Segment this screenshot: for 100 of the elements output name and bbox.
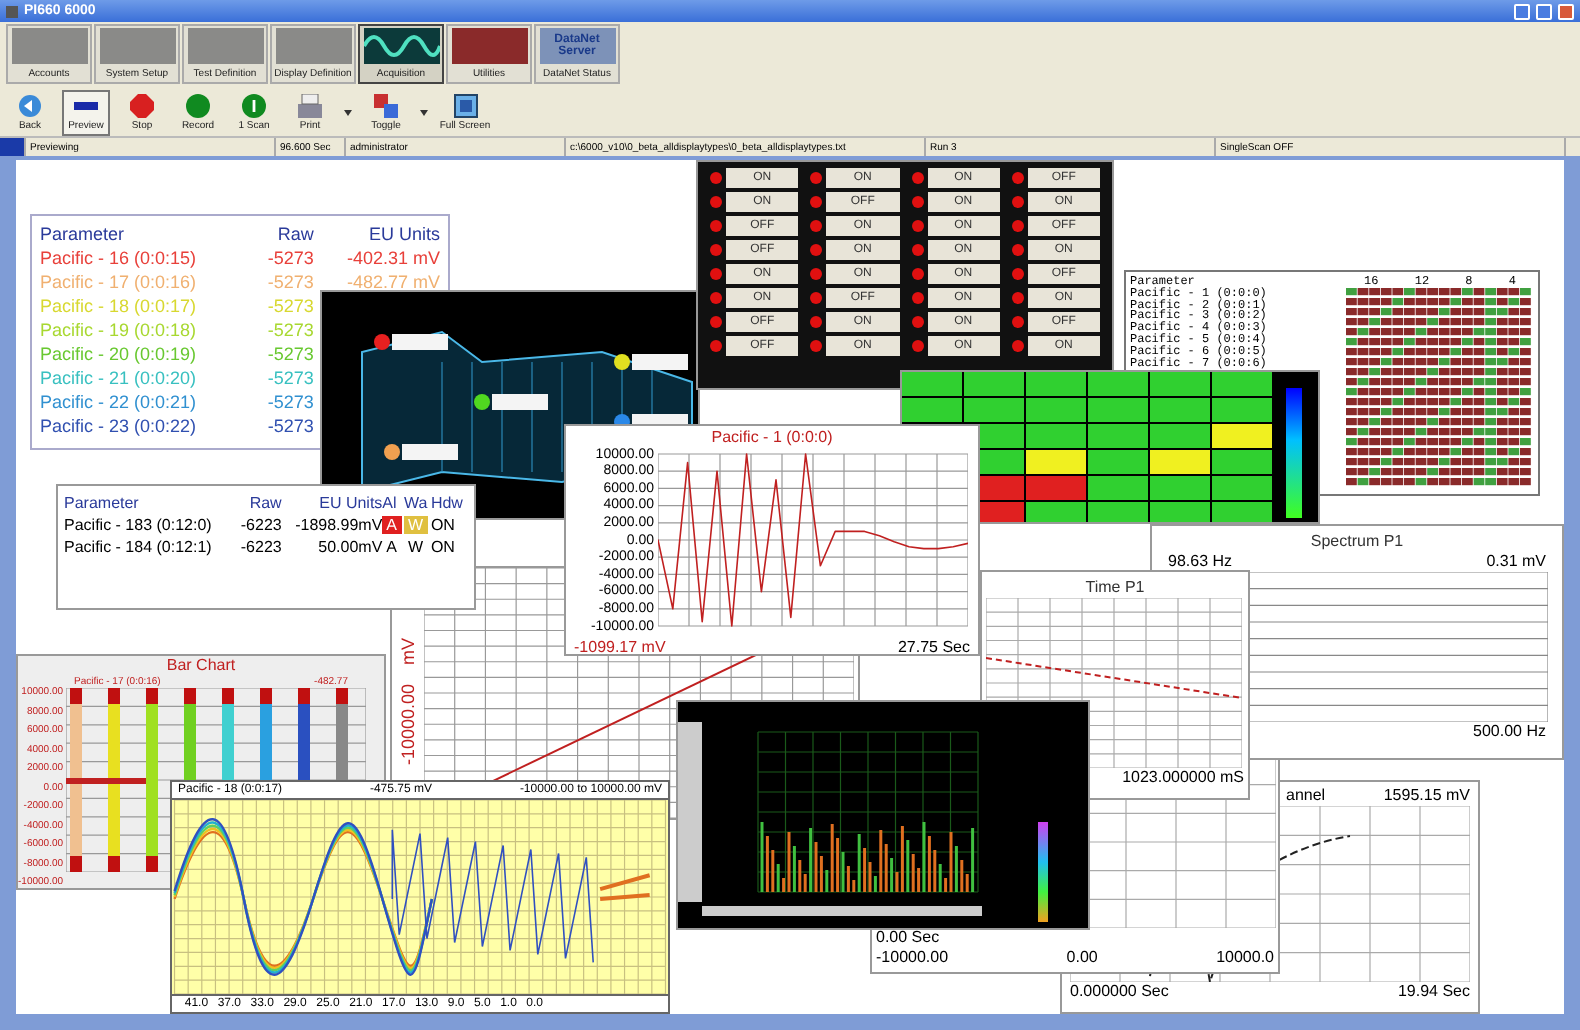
frequency-value: 98.63 Hz [1168, 552, 1233, 572]
photo-placeholder [99, 28, 175, 64]
tick-label: 10000.0 [1216, 948, 1274, 968]
table-cell-text: Pacific - 183 (0:12:0) [64, 514, 214, 536]
table-cell-text: Pacific - 184 (0:12:1) [64, 536, 214, 558]
heat-map-cell [1150, 476, 1210, 500]
heat-map-cell [1088, 398, 1148, 422]
chart-title: Bar Chart [164, 656, 238, 676]
time-label: 1023.000000 mS [1122, 768, 1244, 788]
color-scale-bar [1286, 388, 1302, 518]
record-icon [186, 93, 210, 117]
minimize-button[interactable] [1514, 3, 1530, 19]
close-button[interactable] [1558, 3, 1574, 19]
heat-map-cell [1026, 476, 1086, 500]
caret-icon[interactable] [342, 106, 354, 118]
column-header: EU Units [313, 222, 440, 246]
warning-label: W [403, 516, 428, 534]
column-header: EU Units [281, 492, 383, 514]
heat-map-cell [1026, 450, 1086, 474]
tick-label: 0.00 [1066, 948, 1098, 968]
heat-map-cell [1026, 372, 1086, 396]
heat-map-cell [1088, 450, 1148, 474]
heat-map-cell [964, 398, 1024, 422]
table-cell-text: Pacific - 16 (0:0:15) [40, 246, 199, 270]
table-cell-text: Pacific - 18 (0:0:17) [40, 294, 199, 318]
column-header: Raw [275, 222, 314, 246]
scan-icon [242, 93, 266, 117]
heat-map-cell [1088, 372, 1148, 396]
axis-label: -10000.00 [398, 684, 418, 766]
table-cell-text: Pacific - 21 (0:0:20) [40, 366, 199, 390]
photo-placeholder [275, 28, 351, 64]
table-cell-text: -402.31 mV [344, 246, 440, 270]
table-cell-text: Pacific - 20 (0:0:19) [40, 342, 199, 366]
heat-map-cell [1150, 372, 1210, 396]
photo-placeholder [11, 28, 87, 64]
status-icon [0, 138, 26, 156]
heat-map-cell [1088, 424, 1148, 448]
table-cell-text: -482.77 mV [344, 270, 440, 294]
heat-map-cell [1212, 476, 1272, 500]
heat-map-cell [1150, 398, 1210, 422]
waveform-icon [363, 28, 439, 64]
table-cell-text: -5273 [265, 318, 314, 342]
caret-icon[interactable] [418, 106, 430, 118]
photo-placeholder [187, 28, 263, 64]
tick-label: -10000.00 [876, 948, 949, 968]
heat-map-cell [1212, 398, 1272, 422]
heat-map-cell [1212, 372, 1272, 396]
time-label: 0.00 Sec [876, 928, 942, 948]
app-icon [6, 5, 18, 17]
amplitude-value: 0.31 mV [1486, 552, 1546, 572]
print-icon [298, 93, 322, 117]
time-label: 0.000000 Sec [1070, 982, 1169, 1002]
table-cell-text: ON [430, 536, 457, 558]
column-header: Hdw [430, 492, 465, 514]
heat-map-cell [902, 398, 962, 422]
time-label: 27.75 Sec [897, 638, 970, 654]
chart-title: Spectrum P1 [1308, 530, 1406, 552]
table-cell-text: -5273 [265, 294, 314, 318]
heat-map-cell [1212, 450, 1272, 474]
table-cell-text: Pacific - 17 (0:0:16) [40, 270, 199, 294]
time-label: 19.94 Sec [1397, 982, 1470, 1002]
reading-value: -1099.17 mV [574, 638, 666, 654]
screen-icon [453, 93, 477, 117]
table-cell-text: -6223 [238, 514, 282, 536]
table-cell-text: -1898.99mV [293, 514, 383, 536]
heat-map-cell [1026, 424, 1086, 448]
table-cell-text: -5273 [265, 366, 314, 390]
heat-map-cell [964, 372, 1024, 396]
column-header: Wa [403, 492, 430, 514]
table-cell-text: -5273 [265, 246, 314, 270]
chart-title: annel [1286, 786, 1326, 806]
table-cell-text: Pacific - 23 (0:0:22) [40, 414, 199, 438]
chart-title: Time P1 [1083, 576, 1147, 598]
column-header: Al [382, 492, 404, 514]
alarm-label: A [384, 538, 400, 556]
heat-map-cell [902, 372, 962, 396]
table-cell-text: ON [430, 514, 457, 536]
heat-map-cell [1026, 502, 1086, 522]
heat-map-cell [1088, 502, 1148, 522]
table-cell-text: -5273 [265, 270, 314, 294]
reading-value: 1595.15 mV [1383, 786, 1470, 806]
table-cell-text: Pacific - 22 (0:0:21) [40, 390, 199, 414]
photo-placeholder [451, 28, 527, 64]
windows-icon [374, 93, 398, 117]
chart-title: Pacific - 1 (0:0:0) [709, 426, 835, 448]
table-cell-text: Pacific - 19 (0:0:18) [40, 318, 199, 342]
table-cell-text: 50.00mV [316, 536, 383, 558]
heat-map-cell [1150, 450, 1210, 474]
table-cell-text: -6223 [238, 536, 282, 558]
table-cell-text: -5273 [265, 342, 314, 366]
warning-label: W [405, 538, 426, 556]
heat-map-cell [1088, 476, 1148, 500]
heat-map-cell [1212, 424, 1272, 448]
column-header: Parameter [40, 222, 127, 246]
frequency-label: 500.00 Hz [1473, 722, 1546, 742]
table-cell-text: -5273 [265, 390, 314, 414]
heat-map-cell [1026, 398, 1086, 422]
column-header: Raw [247, 492, 282, 514]
maximize-button[interactable] [1536, 3, 1552, 19]
stop-icon [130, 93, 154, 117]
